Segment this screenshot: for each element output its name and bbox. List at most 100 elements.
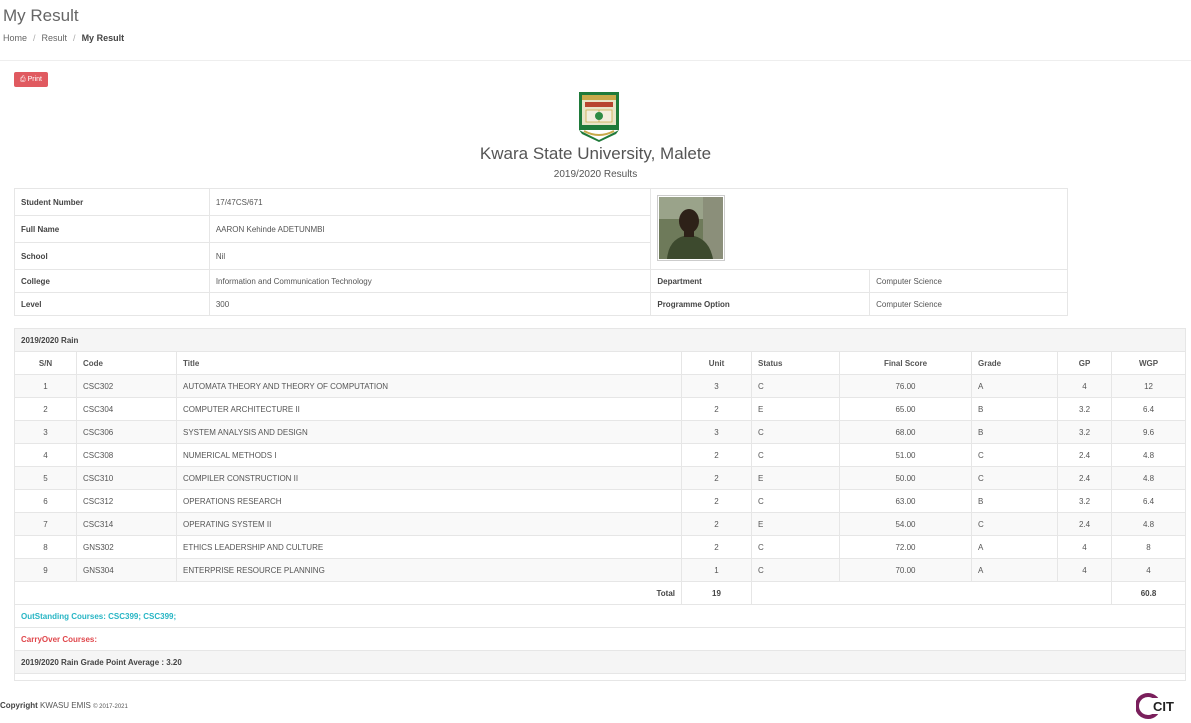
cell-grade: A — [971, 535, 1058, 559]
total-wgp: 60.8 — [1110, 581, 1187, 605]
cell-wgp: 6.4 — [1110, 397, 1187, 421]
print-label: Print — [27, 76, 42, 83]
cit-logo-text: CIT — [1153, 699, 1174, 714]
cell-status: E — [751, 512, 840, 536]
full-name-value: AARON Kehinde ADETUNMBI — [208, 215, 652, 243]
department-value: Computer Science — [869, 269, 1068, 293]
level-value: 300 — [208, 292, 652, 316]
session-title: 2019/2020 Results — [553, 169, 638, 180]
results-header-row: S/N Code Title Unit Status Final Score G… — [14, 351, 1187, 375]
cell-wgp: 8 — [1110, 535, 1187, 559]
cell-grade: C — [971, 443, 1058, 467]
table-row: 5 CSC310 COMPILER CONSTRUCTION II 2 E 50.00 C 2… — [14, 466, 1187, 490]
footer-years: © 2017-2021 — [93, 704, 128, 710]
cell-sn: 3 — [14, 420, 77, 444]
cell-grade: A — [971, 558, 1058, 582]
breadcrumb-home[interactable]: Home — [3, 33, 27, 43]
col-sn: S/N — [14, 351, 77, 375]
cell-sn: 7 — [14, 512, 77, 536]
footer: Copyright KWASU EMIS © 2017-2021 — [0, 701, 128, 710]
cell-wgp: 4.8 — [1110, 512, 1187, 536]
cell-final-score: 68.00 — [839, 420, 972, 444]
total-label: Total — [14, 581, 682, 605]
full-name-label: Full Name — [14, 215, 210, 243]
student-number-value: 17/47CS/671 — [208, 188, 652, 216]
breadcrumb-current: My Result — [81, 33, 125, 43]
university-name: Kwara State University, Malete — [479, 144, 712, 163]
table-row: 4 CSC308 NUMERICAL METHODS I 2 C 51.00 C 2.4 4.8 — [14, 443, 1187, 467]
cell-code: CSC308 — [76, 443, 177, 467]
cell-grade: C — [971, 512, 1058, 536]
student-number-label: Student Number — [14, 188, 210, 216]
cell-final-score: 65.00 — [839, 397, 972, 421]
cell-unit: 2 — [681, 512, 752, 536]
cell-final-score: 76.00 — [839, 374, 972, 398]
cell-title: SYSTEM ANALYSIS AND DESIGN — [176, 420, 682, 444]
cell-gp: 2.4 — [1057, 512, 1112, 536]
college-value: Information and Communication Technology — [208, 269, 652, 293]
cell-title: COMPILER CONSTRUCTION II — [176, 466, 682, 490]
cell-unit: 3 — [681, 420, 752, 444]
cell-status: C — [751, 420, 840, 444]
cell-gp: 3.2 — [1057, 489, 1112, 513]
cell-code: CSC310 — [76, 466, 177, 490]
cell-unit: 2 — [681, 443, 752, 467]
breadcrumb: Home / Result / My Result — [3, 33, 125, 43]
cell-wgp: 4.8 — [1110, 466, 1187, 490]
table-row: 7 CSC314 OPERATING SYSTEM II 2 E 54.00 C 2.4 4.8 — [14, 512, 1187, 536]
cell-grade: A — [971, 374, 1058, 398]
cell-status: C — [751, 489, 840, 513]
cell-unit: 3 — [681, 374, 752, 398]
results-table: 2019/2020 Rain S/N Code Title Unit Statu… — [13, 328, 1187, 681]
school-label: School — [14, 242, 210, 270]
programme-label: Programme Option — [650, 292, 871, 316]
carryover-courses: CarryOver Courses: — [13, 627, 1187, 651]
cell-gp: 3.2 — [1057, 397, 1112, 421]
cell-gp: 4 — [1057, 535, 1112, 559]
cell-code: GNS302 — [76, 535, 177, 559]
col-title: Title — [176, 351, 682, 375]
cell-gp: 2.4 — [1057, 443, 1112, 467]
student-photo — [657, 195, 726, 261]
college-label: College — [14, 269, 210, 293]
table-row: 2 CSC304 COMPUTER ARCHITECTURE II 2 E 65.00 B 3… — [14, 397, 1187, 421]
level-label: Level — [14, 292, 210, 316]
cell-sn: 8 — [14, 535, 77, 559]
cell-status: E — [751, 466, 840, 490]
cell-grade: B — [971, 489, 1058, 513]
cell-status: E — [751, 397, 840, 421]
cell-code: CSC304 — [76, 397, 177, 421]
copyright-label: Copyright — [0, 701, 38, 710]
cell-grade: B — [971, 420, 1058, 444]
col-code: Code — [76, 351, 177, 375]
cell-gp: 2.4 — [1057, 466, 1112, 490]
cell-status: C — [751, 558, 840, 582]
cell-gp: 4 — [1057, 374, 1112, 398]
cell-final-score: 63.00 — [839, 489, 972, 513]
cell-status: C — [751, 374, 840, 398]
total-row: Total 19 60.8 — [14, 581, 1187, 605]
col-wgp: WGP — [1110, 351, 1187, 375]
cell-code: GNS304 — [76, 558, 177, 582]
page-title: My Result — [3, 6, 79, 25]
page-header: My Result Home / Result / My Result — [0, 0, 1191, 61]
cell-sn: 2 — [14, 397, 77, 421]
footer-brand[interactable]: KWASU EMIS — [40, 701, 91, 710]
col-final-score: Final Score — [839, 351, 972, 375]
cell-grade: B — [971, 397, 1058, 421]
cell-code: CSC306 — [76, 420, 177, 444]
print-button[interactable]: ⎙ Print — [14, 72, 48, 87]
cell-status: C — [751, 443, 840, 467]
table-row: 9 GNS304 ENTERPRISE RESOURCE PLANNING 1 C 70.… — [14, 558, 1187, 582]
photo-cell — [650, 188, 1068, 270]
cell-wgp: 6.4 — [1110, 489, 1187, 513]
breadcrumb-result[interactable]: Result — [42, 33, 68, 43]
cell-unit: 2 — [681, 397, 752, 421]
cell-code: CSC312 — [76, 489, 177, 513]
cell-wgp: 4 — [1110, 558, 1187, 582]
cell-final-score: 72.00 — [839, 535, 972, 559]
cell-sn: 4 — [14, 443, 77, 467]
school-value: Nil — [208, 242, 652, 270]
cit-logo: CIT — [1136, 693, 1186, 719]
cell-sn: 5 — [14, 466, 77, 490]
